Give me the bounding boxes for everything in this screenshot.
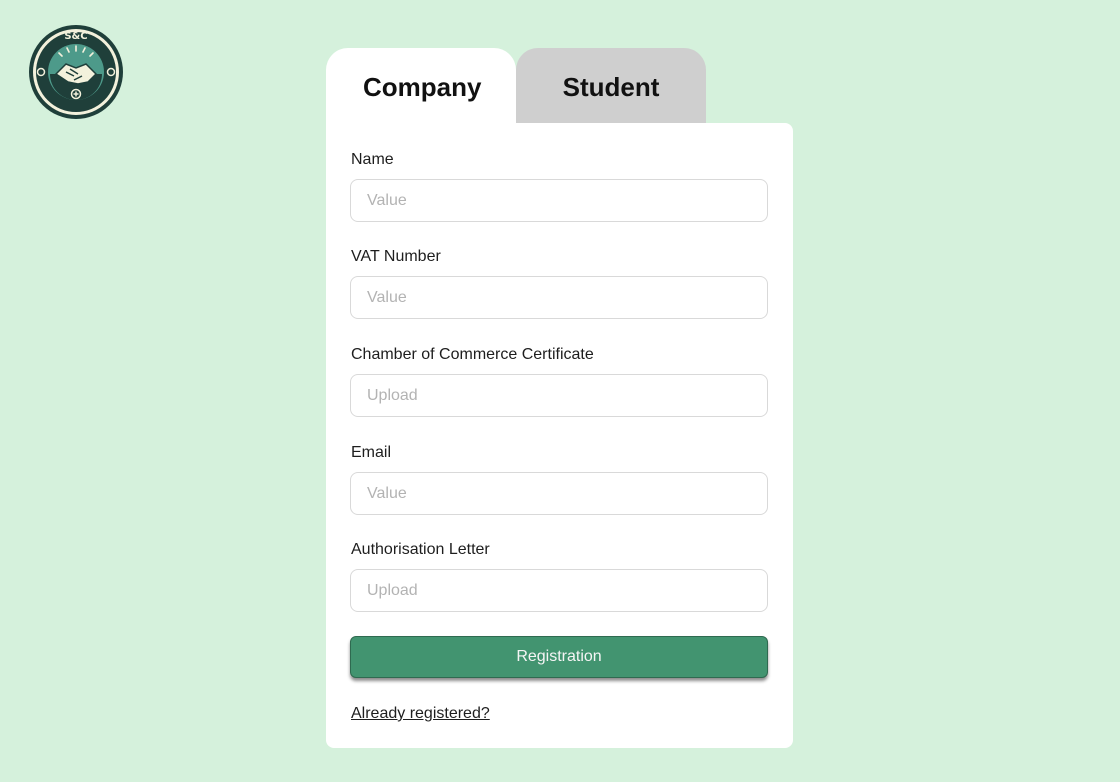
tab-company[interactable]: Company	[326, 48, 516, 124]
company-logo: S&C	[28, 24, 124, 120]
name-input[interactable]	[350, 179, 768, 222]
email-input[interactable]	[350, 472, 768, 515]
already-registered-link[interactable]: Already registered?	[351, 705, 490, 723]
tab-company-label: Company	[363, 72, 482, 102]
tab-student-label: Student	[562, 72, 660, 102]
svg-text:S&C: S&C	[64, 31, 87, 42]
email-label: Email	[351, 444, 392, 461]
registration-button[interactable]: Registration	[350, 636, 768, 678]
name-label: Name	[351, 151, 394, 168]
registration-form-card: Name VAT Number Chamber of Commerce Cert…	[326, 123, 793, 748]
authorisation-letter-label: Authorisation Letter	[351, 541, 490, 558]
vat-number-label: VAT Number	[351, 248, 441, 265]
chamber-of-commerce-label: Chamber of Commerce Certificate	[351, 346, 594, 363]
tab-student[interactable]: Student	[516, 48, 706, 124]
chamber-of-commerce-upload[interactable]	[350, 374, 768, 417]
handshake-logo-icon: S&C	[29, 25, 123, 119]
vat-number-input[interactable]	[350, 276, 768, 319]
authorisation-letter-upload[interactable]	[350, 569, 768, 612]
